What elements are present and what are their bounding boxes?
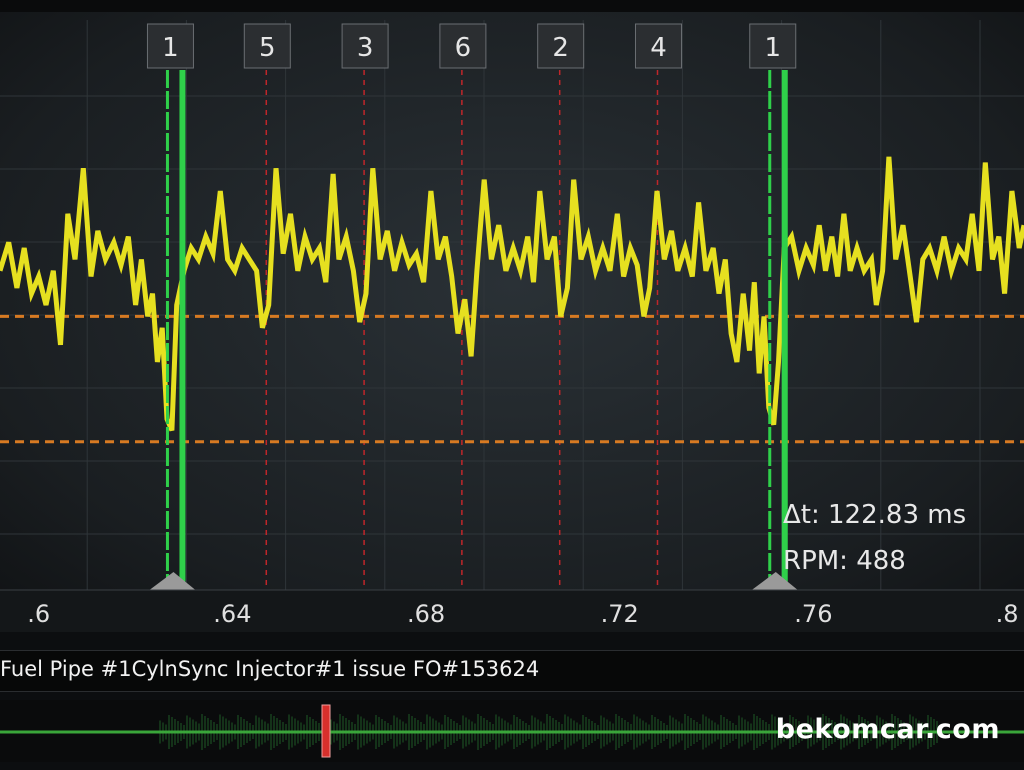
caption-text: Fuel Pipe #1CylnSync Injector#1 issue FO… bbox=[0, 657, 540, 681]
x-axis-strip bbox=[0, 590, 1024, 632]
x-tick-label: .64 bbox=[213, 600, 251, 628]
cylinder-label: 4 bbox=[650, 33, 667, 63]
watermark: bekomcar.com bbox=[775, 714, 1000, 745]
cylinder-label: 1 bbox=[764, 33, 781, 63]
rpm-readout: RPM: 488 bbox=[783, 546, 906, 576]
top-frame bbox=[0, 0, 1024, 12]
cylinder-label: 6 bbox=[455, 33, 472, 63]
caption-bar: Fuel Pipe #1CylnSync Injector#1 issue FO… bbox=[0, 650, 1024, 692]
x-tick-label: .8 bbox=[996, 600, 1019, 628]
overview-position-marker[interactable] bbox=[321, 704, 331, 758]
x-tick-label: .76 bbox=[794, 600, 832, 628]
cylinder-label: 2 bbox=[552, 33, 569, 63]
cylinder-label: 3 bbox=[357, 33, 374, 63]
delta-t-readout: Δt: 122.83 ms bbox=[783, 500, 966, 530]
cylinder-label: 1 bbox=[162, 33, 179, 63]
scope-plot[interactable]: 1 5 3 6 2 4 1 Δt: 122.83 ms RPM: 488 .6 .64 .68.… bbox=[0, 0, 1024, 632]
x-tick-label: .68 bbox=[407, 600, 445, 628]
x-tick-label: .6 bbox=[27, 600, 50, 628]
cylinder-label: 5 bbox=[259, 33, 276, 63]
x-tick-label: .72 bbox=[601, 600, 639, 628]
